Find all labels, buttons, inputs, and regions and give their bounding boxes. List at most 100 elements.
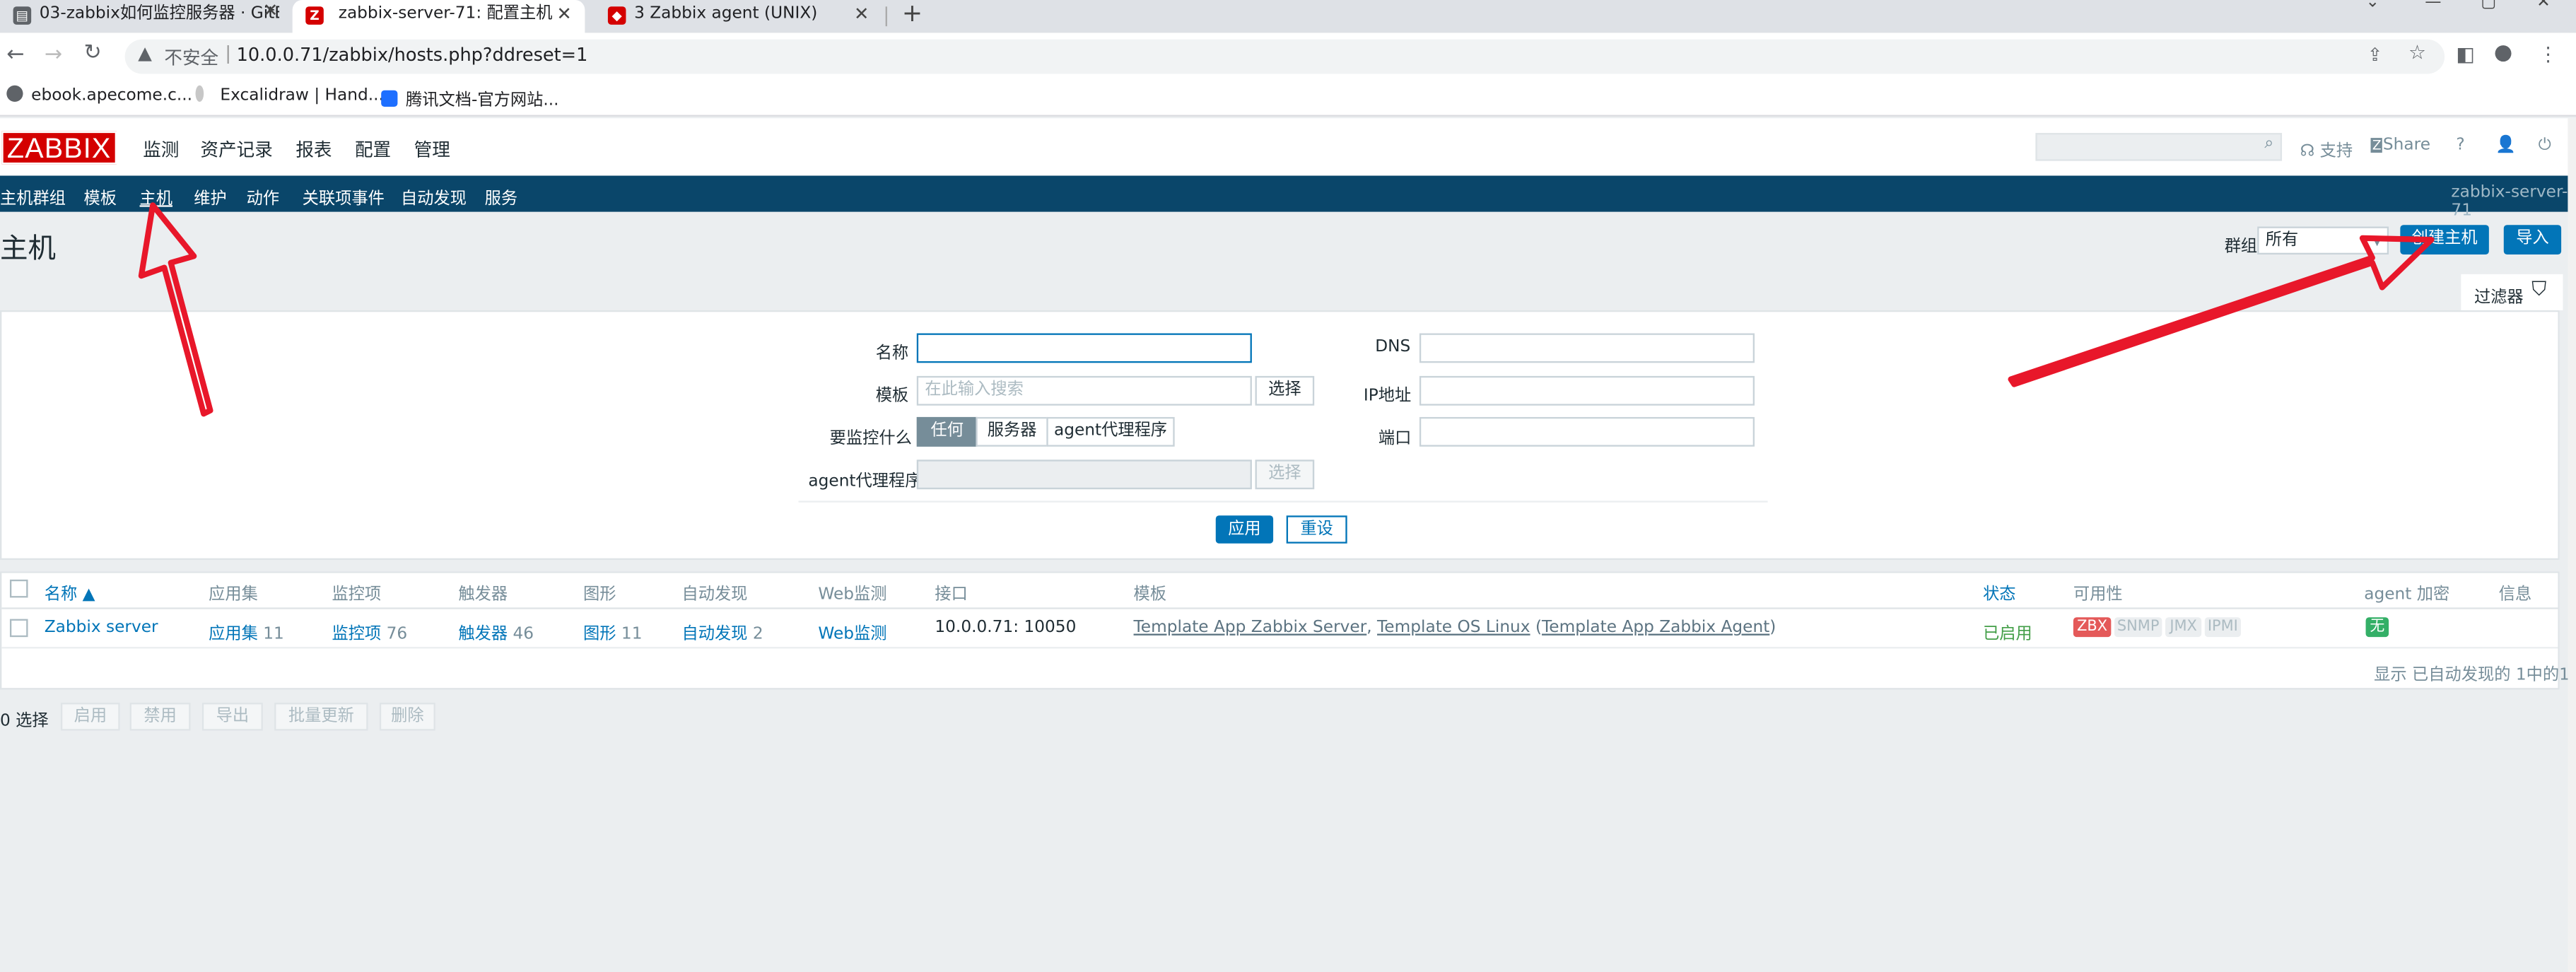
row-divider — [1, 647, 2558, 649]
signout-icon[interactable]: ⏻ — [2539, 136, 2551, 155]
global-search-input[interactable]: ⌕ — [2035, 133, 2283, 161]
disable-button[interactable]: 禁用 — [129, 703, 191, 731]
zabbix-logo[interactable]: ZABBIX — [1, 131, 117, 165]
menu-inventory[interactable]: 资产记录 — [201, 136, 273, 163]
page-scrollbar[interactable] — [2568, 118, 2576, 972]
discovery-cell[interactable]: 自动发现 2 — [681, 619, 763, 644]
user-profile-icon[interactable]: 👤 — [2495, 136, 2516, 155]
enable-button[interactable]: 启用 — [60, 703, 120, 731]
tab-hosts[interactable]: 主机 — [140, 184, 172, 209]
help-icon[interactable]: ? — [2456, 136, 2464, 155]
tab-services[interactable]: 服务 — [485, 184, 517, 209]
row-checkbox[interactable] — [9, 619, 28, 638]
monitor-server[interactable]: 服务器 — [976, 416, 1048, 447]
web-cell[interactable]: Web监测 — [818, 619, 886, 644]
maximize-icon[interactable]: ▢ — [2481, 0, 2496, 11]
close-tab-icon[interactable]: ✕ — [556, 0, 571, 30]
reload-icon[interactable]: ↻ — [84, 41, 102, 66]
minimize-icon[interactable]: — — [2425, 0, 2441, 11]
apply-button[interactable]: 应用 — [1215, 515, 1274, 544]
col-discovery: 自动发现 — [681, 586, 748, 604]
tab-actions[interactable]: 动作 — [247, 184, 279, 209]
templates-cell: Template App Zabbix Server, Template OS … — [1133, 619, 1776, 638]
bookmark-star-icon[interactable]: ☆ — [2408, 41, 2426, 64]
selected-count: 0 选择 — [0, 713, 49, 731]
menu-monitoring[interactable]: 监测 — [143, 136, 179, 163]
browser-tab-agent[interactable]: ◆ 3 Zabbix agent (UNIX) ✕ — [595, 0, 882, 33]
browser-menu-icon[interactable]: ⋮ — [2539, 42, 2558, 66]
triggers-cell[interactable]: 触发器 46 — [458, 619, 534, 644]
ip-input[interactable] — [1419, 375, 1755, 406]
tab-maintenance[interactable]: 维护 — [194, 184, 226, 209]
template-link[interactable]: Template App Zabbix Agent — [1542, 619, 1769, 638]
col-info: 信息 — [2498, 586, 2532, 604]
forward-icon[interactable]: → — [45, 42, 62, 67]
tab-search-icon[interactable]: ⌄ — [2366, 0, 2379, 11]
not-secure-label: 不安全 — [164, 47, 219, 69]
col-templates: 模板 — [1133, 586, 1167, 604]
address-bar[interactable]: ▲ 不安全 | 10.0.0.71/zabbix/hosts.php?ddres… — [124, 39, 2445, 74]
bookmark-tencent-docs[interactable]: 腾讯文档-官方网站... — [381, 86, 559, 110]
export-button[interactable]: 导出 — [201, 703, 263, 731]
template-input[interactable]: 在此输入搜索 — [916, 375, 1252, 406]
name-input[interactable] — [916, 333, 1252, 363]
tab-discovery[interactable]: 自动发现 — [401, 184, 467, 209]
items-cell[interactable]: 监控项 76 — [332, 619, 407, 644]
tencent-docs-icon — [381, 90, 398, 107]
browser-tab-strip: ▤ 03-zabbix如何监控服务器 · GitB Z zabbix-serve… — [0, 0, 2576, 33]
group-label: 群组 — [2224, 238, 2258, 257]
filter-tab[interactable]: 过滤器 ⛉ — [2461, 274, 2563, 310]
status-link[interactable]: 已启用 — [1983, 619, 2032, 644]
share-page-icon[interactable]: ⇪ — [2367, 45, 2382, 66]
graphs-cell[interactable]: 图形 11 — [583, 619, 642, 644]
browser-tab-gitbook[interactable]: ▤ 03-zabbix如何监控服务器 · GitB — [0, 0, 279, 33]
back-icon[interactable]: ← — [6, 42, 24, 67]
mass-update-button[interactable]: 批量更新 — [274, 703, 368, 731]
side-panel-icon[interactable]: ◧ — [2456, 42, 2474, 66]
template-link[interactable]: Template OS Linux — [1377, 619, 1530, 638]
col-status[interactable]: 状态 — [1983, 580, 2015, 604]
apps-cell[interactable]: 应用集 11 — [209, 619, 284, 644]
select-all-checkbox[interactable] — [9, 579, 28, 598]
host-name-link[interactable]: Zabbix server — [45, 619, 158, 638]
monitor-any[interactable]: 任何 — [916, 416, 978, 447]
support-link[interactable]: ☊ 支持 — [2300, 136, 2353, 161]
share-link[interactable]: Z Share — [2370, 136, 2430, 154]
menu-administration[interactable]: 管理 — [414, 136, 450, 163]
tab-event-correlation[interactable]: 关联项事件 — [303, 184, 385, 209]
close-tab-icon[interactable]: ✕ — [263, 0, 278, 21]
col-graphs: 图形 — [583, 586, 616, 604]
delete-button[interactable]: 删除 — [379, 703, 435, 731]
col-apps: 应用集 — [209, 586, 258, 604]
page-title: 主机 — [0, 233, 57, 267]
bookmark-ebook[interactable]: ebook.apecome.c... — [6, 85, 192, 105]
tab-templates[interactable]: 模板 — [84, 184, 117, 209]
jmx-availability-badge: JMX — [2165, 617, 2202, 638]
import-button[interactable]: 导入 — [2503, 225, 2562, 255]
port-input[interactable] — [1419, 416, 1755, 447]
snmp-availability-badge: SNMP — [2114, 617, 2162, 638]
group-select[interactable]: 所有 ▼ — [2257, 226, 2389, 255]
close-window-icon[interactable]: ✕ — [2536, 0, 2550, 11]
share-z-icon: Z — [2370, 138, 2383, 153]
menu-configuration[interactable]: 配置 — [355, 136, 391, 163]
col-name[interactable]: 名称 ▲ — [45, 580, 95, 604]
template-link[interactable]: Template App Zabbix Server — [1134, 619, 1367, 638]
profile-icon[interactable]: ● — [2494, 41, 2512, 66]
create-host-button[interactable]: 创建主机 — [2400, 225, 2489, 255]
close-tab-icon[interactable]: ✕ — [854, 0, 869, 30]
pen-icon — [195, 85, 204, 103]
col-web: Web监测 — [818, 586, 887, 604]
search-icon[interactable]: ⌕ — [2264, 134, 2273, 153]
dns-input[interactable] — [1419, 333, 1755, 363]
new-tab-button[interactable]: + — [902, 0, 923, 28]
bookmark-excalidraw[interactable]: Excalidraw | Hand... — [195, 85, 384, 105]
reset-button[interactable]: 重设 — [1286, 515, 1347, 544]
monitor-proxy[interactable]: agent代理程序 — [1046, 416, 1175, 447]
book-icon: ▤ — [13, 6, 32, 25]
menu-reports[interactable]: 报表 — [295, 136, 332, 163]
template-select-button[interactable]: 选择 — [1255, 375, 1315, 406]
proxy-select-button: 选择 — [1255, 459, 1315, 490]
tab-host-groups[interactable]: 主机群组 — [0, 184, 66, 209]
browser-tab-zabbix[interactable]: Z zabbix-server-71: 配置主机 ✕ — [292, 0, 585, 33]
